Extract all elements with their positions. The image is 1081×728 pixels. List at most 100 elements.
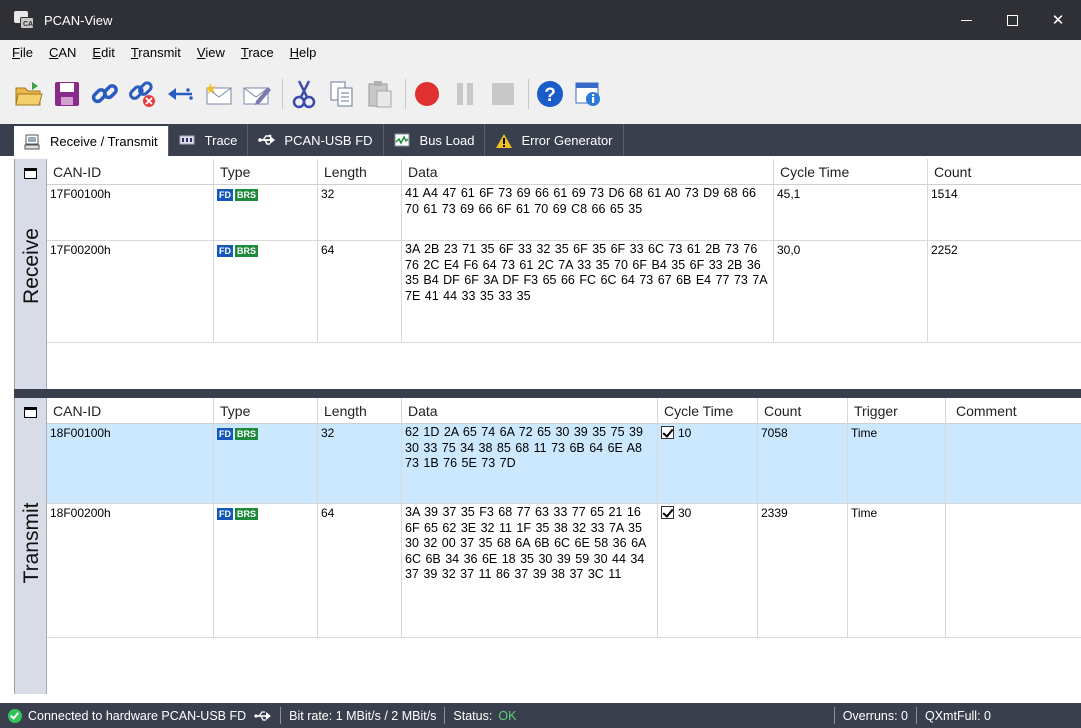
cell-data: 3A 2B 23 71 35 6F 33 32 35 6F 35 6F 33 6…: [401, 241, 773, 342]
tab-receive-transmit[interactable]: Receive / Transmit: [14, 124, 169, 156]
record-icon[interactable]: [412, 77, 442, 111]
usb-icon: [254, 710, 272, 722]
paste-icon[interactable]: [365, 77, 395, 111]
trace-icon: [179, 133, 195, 147]
usb-icon: [258, 133, 276, 147]
tab-bar: Receive / Transmit Trace PCAN-USB FD Bus…: [0, 124, 1081, 156]
menu-can[interactable]: CAN: [41, 45, 84, 60]
cell-data: 62 1D 2A 65 74 6A 72 65 30 39 35 75 39 3…: [401, 424, 657, 503]
cell-type: FD BRS: [213, 424, 317, 503]
help-icon[interactable]: ?: [535, 77, 565, 111]
toolbar: ?: [0, 64, 1081, 124]
status-bar: Connected to hardware PCAN-USB FD Bit ra…: [0, 703, 1081, 728]
cell-comment[interactable]: [945, 504, 1081, 637]
cut-icon[interactable]: [289, 77, 319, 111]
maximize-button[interactable]: [989, 0, 1035, 40]
table-row[interactable]: 18F00200h FD BRS 64 3A 39 37 35 F3 68 77 …: [47, 504, 1081, 638]
menu-trace[interactable]: Trace: [233, 45, 282, 60]
qxmtfull: QXmtFull: 0: [925, 708, 991, 723]
save-icon[interactable]: [52, 77, 82, 111]
receive-panel: Receive CAN-ID Type Length Data Cycle Ti…: [14, 159, 1081, 389]
cycle-checkbox[interactable]: [661, 506, 674, 519]
toolbar-separator: [282, 79, 283, 109]
status-label: Status:: [453, 708, 493, 723]
fd-badge: FD: [217, 428, 233, 440]
menu-edit[interactable]: Edit: [84, 45, 122, 60]
close-icon: ✕: [1051, 12, 1065, 29]
menu-help[interactable]: Help: [282, 45, 325, 60]
header-can-id[interactable]: CAN-ID: [47, 398, 213, 424]
status-separator: [280, 707, 282, 724]
header-count[interactable]: Count: [927, 159, 1081, 185]
disconnect-icon[interactable]: [128, 77, 158, 111]
cell-type: FD BRS: [213, 241, 317, 342]
tab-pcan-usb-fd[interactable]: PCAN-USB FD: [248, 124, 384, 156]
cell-type: FD BRS: [213, 185, 317, 240]
cell-can-id: 18F00100h: [50, 426, 111, 440]
new-message-icon[interactable]: [204, 77, 234, 111]
header-length[interactable]: Length: [317, 159, 401, 185]
transmit-panel: Transmit CAN-ID Type Length Data Cycle T…: [14, 398, 1081, 694]
minimize-button[interactable]: [943, 0, 989, 40]
cell-length: 64: [317, 241, 401, 342]
status-separator: [444, 707, 446, 724]
collapse-icon[interactable]: [24, 407, 37, 418]
header-comment[interactable]: Comment: [945, 398, 1081, 424]
toolbar-separator: [405, 79, 406, 109]
warning-icon: [495, 133, 513, 148]
fd-badge: FD: [217, 245, 233, 257]
fd-badge: FD: [217, 508, 233, 520]
header-count[interactable]: Count: [757, 398, 847, 424]
header-trigger[interactable]: Trigger: [847, 398, 945, 424]
cycle-time-value: 10: [678, 426, 692, 440]
menu-view[interactable]: View: [189, 45, 233, 60]
cell-cycle-time: 10: [657, 424, 757, 503]
tab-trace[interactable]: Trace: [169, 124, 249, 156]
header-data[interactable]: Data: [401, 159, 773, 185]
transmit-header: CAN-ID Type Length Data Cycle Time Count…: [47, 398, 1081, 424]
menu-file[interactable]: File: [4, 45, 41, 60]
panel-splitter[interactable]: [14, 389, 1081, 398]
cycle-checkbox[interactable]: [661, 426, 674, 439]
cell-length: 32: [317, 424, 401, 503]
stop-icon[interactable]: [488, 77, 518, 111]
cell-length: 64: [317, 504, 401, 637]
pause-icon[interactable]: [450, 77, 480, 111]
cell-can-id: 18F00200h: [50, 506, 111, 520]
header-type[interactable]: Type: [213, 398, 317, 424]
menu-transmit[interactable]: Transmit: [123, 45, 189, 60]
reset-icon[interactable]: [166, 77, 196, 111]
tab-label: PCAN-USB FD: [284, 132, 373, 148]
cell-cycle-time: 30: [657, 504, 757, 637]
status-separator: [833, 707, 835, 724]
bit-rate: Bit rate: 1 MBit/s / 2 MBit/s: [289, 708, 437, 723]
header-cycle-time[interactable]: Cycle Time: [657, 398, 757, 424]
status-separator: [916, 707, 917, 724]
header-data[interactable]: Data: [401, 398, 657, 424]
connect-icon[interactable]: [90, 77, 120, 111]
table-row[interactable]: 17F00200h FD BRS 64 3A 2B 23 71 35 6F 33 …: [47, 241, 1081, 343]
copy-icon[interactable]: [327, 77, 357, 111]
table-row[interactable]: 17F00100h FD BRS 32 41 A4 47 61 6F 73 69 …: [47, 185, 1081, 241]
header-cycle-time[interactable]: Cycle Time: [773, 159, 927, 185]
header-can-id[interactable]: CAN-ID: [47, 159, 213, 185]
table-row[interactable]: 18F00100h FD BRS 32 62 1D 2A 65 74 6A 72 …: [47, 424, 1081, 504]
cell-data: 3A 39 37 35 F3 68 77 63 33 77 65 21 16 6…: [401, 504, 657, 637]
tab-error-generator[interactable]: Error Generator: [485, 124, 624, 156]
minimize-icon: [960, 19, 972, 21]
open-icon[interactable]: [14, 77, 44, 111]
cell-count: 2252: [927, 241, 1081, 342]
header-type[interactable]: Type: [213, 159, 317, 185]
cell-comment[interactable]: [945, 424, 1081, 503]
cell-count: 7058: [757, 424, 847, 503]
close-button[interactable]: ✕: [1035, 0, 1081, 40]
collapse-icon[interactable]: [24, 168, 37, 179]
brs-badge: BRS: [235, 189, 259, 201]
tab-bus-load[interactable]: Bus Load: [384, 124, 486, 156]
connected-check-icon: [8, 708, 22, 723]
edit-message-icon[interactable]: [242, 77, 272, 111]
header-length[interactable]: Length: [317, 398, 401, 424]
about-icon[interactable]: [573, 77, 603, 111]
pcan-app-icon: CAN: [14, 9, 38, 31]
cell-cycle-time: 30,0: [773, 241, 927, 342]
